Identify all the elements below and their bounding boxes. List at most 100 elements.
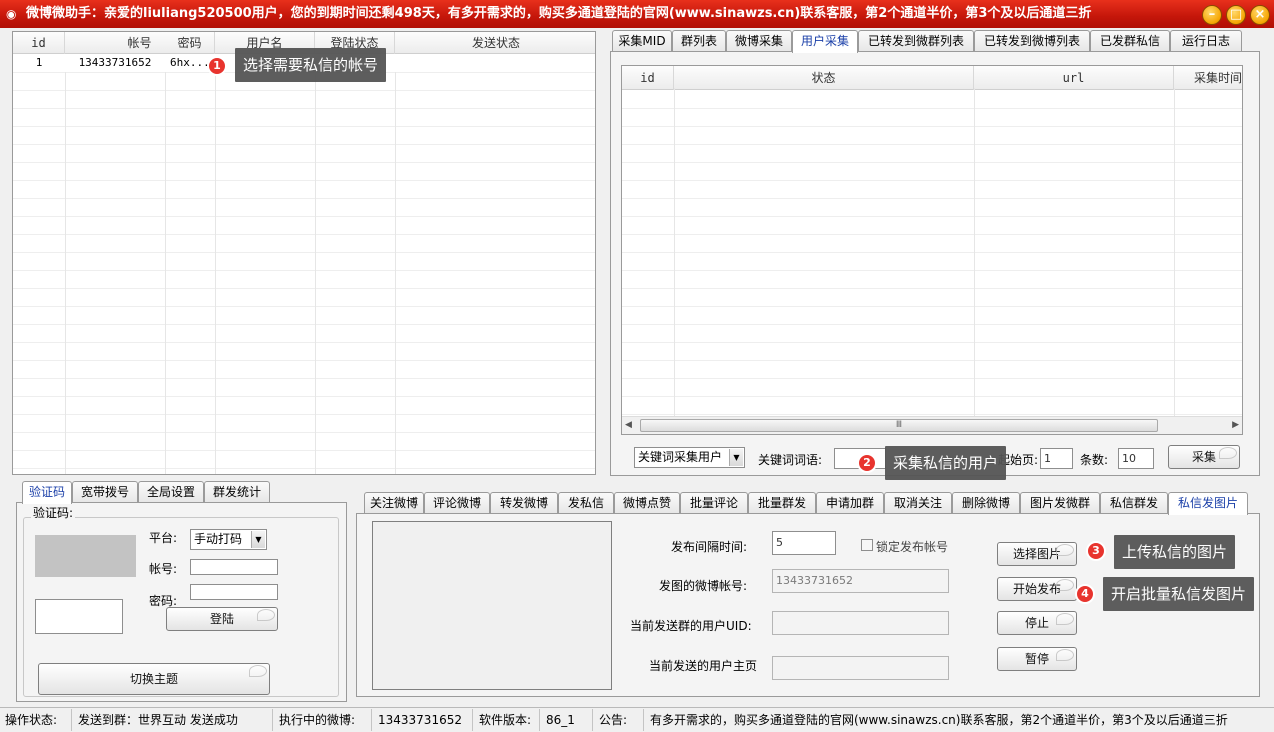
chevron-down-icon: ▼ [251, 531, 265, 548]
tab-forward-weibo[interactable]: 转发微博 [490, 492, 558, 514]
tab-forwarded-weibo-list[interactable]: 已转发到微博列表 [974, 30, 1090, 52]
decor-curl-icon [1056, 613, 1074, 625]
captcha-account-input[interactable] [190, 559, 278, 575]
tab-sent-group-dm[interactable]: 已发群私信 [1090, 30, 1170, 52]
lock-account-checkbox[interactable] [861, 539, 873, 551]
lock-account-label: 锁定发布帐号 [876, 540, 949, 554]
tab-captcha[interactable]: 验证码 [22, 481, 72, 504]
scrollbar-thumb[interactable]: Ⅲ [640, 419, 1158, 432]
interval-label: 发布间隔时间: [671, 540, 748, 554]
grid-row-line [622, 108, 1242, 109]
captcha-input[interactable] [35, 599, 123, 634]
login-button-label: 登陆 [209, 612, 234, 626]
platform-value: 手动打码 [194, 532, 243, 546]
status-version-label: 软件版本: [474, 709, 540, 731]
grid-row-line [622, 378, 1242, 379]
grid-row-line [622, 252, 1242, 253]
tab-batch-comment[interactable]: 批量评论 [680, 492, 748, 514]
col-collect-time[interactable]: 采集时间 [1174, 66, 1244, 90]
stop-label: 停止 [1024, 616, 1049, 630]
right-tab-strip: 采集MID 群列表 微博采集 用户采集 已转发到微群列表 已转发到微博列表 已发… [612, 30, 1262, 53]
collect-mode-select[interactable]: 关键词采集用户 ▼ [634, 447, 745, 468]
tab-apply-join-group[interactable]: 申请加群 [816, 492, 884, 514]
tab-batch-group-send[interactable]: 批量群发 [748, 492, 816, 514]
count-input[interactable]: 10 [1118, 448, 1154, 469]
annotation-callout-4: 开启批量私信发图片 [1103, 577, 1255, 611]
account-grid: id 帐号 密码 用户名 登陆状态 发送状态 1 13433731652 6hx… [12, 31, 596, 475]
left-bottom-tab-strip: 验证码 宽带拨号 全局设置 群发统计 [22, 481, 282, 504]
decor-curl-icon [1219, 447, 1237, 459]
col-id[interactable]: id [622, 66, 674, 90]
login-button[interactable]: 登陆 [166, 607, 278, 631]
horizontal-scrollbar[interactable]: ◀ Ⅲ ▶ [622, 416, 1242, 434]
tab-send-dm[interactable]: 发私信 [558, 492, 614, 514]
tab-dm-send-image[interactable]: 私信发图片 [1168, 492, 1248, 515]
grid-row-line [13, 126, 595, 127]
status-notice-value: 有多开需求的，购买多通道登陆的官网(www.sinawzs.cn)联系客服，第2… [650, 713, 1228, 727]
col-status[interactable]: 状态 [674, 66, 974, 90]
weibo-logo-icon: ◉ [6, 7, 17, 21]
scroll-left-icon[interactable]: ◀ [625, 420, 632, 430]
grid-row-line [13, 90, 595, 91]
close-button[interactable]: × [1250, 5, 1270, 25]
platform-select[interactable]: 手动打码 ▼ [190, 529, 267, 550]
tab-follow-weibo[interactable]: 关注微博 [364, 492, 424, 514]
interval-input[interactable]: 5 [772, 531, 836, 555]
current-uid-input[interactable] [772, 611, 949, 635]
grid-col-line [395, 54, 396, 474]
tab-run-log[interactable]: 运行日志 [1170, 30, 1242, 52]
grid-row-line [13, 342, 595, 343]
tab-unfollow[interactable]: 取消关注 [884, 492, 952, 514]
grid-row-line [622, 198, 1242, 199]
collect-button[interactable]: 采集 [1168, 445, 1240, 469]
minimize-button[interactable]: – [1202, 5, 1222, 25]
tab-weibo-collect[interactable]: 微博采集 [726, 30, 792, 52]
grid-row-line [622, 396, 1242, 397]
grid-row-line [13, 324, 595, 325]
annotation-badge-2: 2 [857, 453, 877, 473]
grid-row-line [13, 144, 595, 145]
tab-collect-mid[interactable]: 采集MID [612, 30, 672, 52]
tab-broadband-dial[interactable]: 宽带拨号 [72, 481, 138, 503]
captcha-image [35, 535, 136, 577]
col-url[interactable]: url [974, 66, 1174, 90]
scroll-right-icon[interactable]: ▶ [1232, 420, 1239, 430]
keyword-label: 关键词词语: [758, 453, 823, 467]
count-label: 条数: [1080, 453, 1109, 467]
choose-image-button[interactable]: 选择图片 [997, 542, 1077, 566]
tab-weibo-like[interactable]: 微博点赞 [614, 492, 680, 514]
pause-button[interactable]: 暂停 [997, 647, 1077, 671]
decor-curl-icon [1056, 544, 1074, 556]
grid-row-line [622, 270, 1242, 271]
tab-forwarded-group-list[interactable]: 已转发到微群列表 [858, 30, 974, 52]
tab-group-list[interactable]: 群列表 [672, 30, 726, 52]
captcha-password-input[interactable] [190, 584, 278, 600]
switch-theme-button[interactable]: 切换主题 [38, 663, 270, 695]
col-id[interactable]: id [13, 32, 65, 54]
current-home-input[interactable] [772, 656, 949, 680]
grid-col-line [65, 54, 66, 474]
grid-row-line [13, 108, 595, 109]
start-publish-button[interactable]: 开始发布 [997, 577, 1077, 601]
maximize-button[interactable]: □ [1226, 5, 1246, 25]
start-page-input[interactable]: 1 [1040, 448, 1073, 469]
annotation-badge-4: 4 [1075, 584, 1095, 604]
image-account-input[interactable]: 13433731652 [772, 569, 949, 593]
tab-delete-weibo[interactable]: 删除微博 [952, 492, 1020, 514]
stop-button[interactable]: 停止 [997, 611, 1077, 635]
tab-comment-weibo[interactable]: 评论微博 [424, 492, 490, 514]
captcha-panel: 验证码: 平台: 手动打码 ▼ 帐号: 密码: 登陆 切换主题 [16, 502, 347, 702]
grid-row-line [13, 450, 595, 451]
switch-theme-label: 切换主题 [129, 672, 178, 686]
col-send-status[interactable]: 发送状态 [395, 32, 597, 54]
collect-button-label: 采集 [1191, 450, 1216, 464]
grid-row-line [13, 198, 595, 199]
cell-id: 1 [35, 56, 43, 69]
tab-global-settings[interactable]: 全局设置 [138, 481, 204, 503]
col-password[interactable]: 密码 [165, 32, 215, 54]
tab-send-stats[interactable]: 群发统计 [204, 481, 270, 503]
grid-row-line [13, 432, 595, 433]
tab-image-to-group[interactable]: 图片发微群 [1020, 492, 1100, 514]
tab-user-collect[interactable]: 用户采集 [792, 30, 858, 53]
tab-dm-group-send[interactable]: 私信群发 [1100, 492, 1168, 514]
